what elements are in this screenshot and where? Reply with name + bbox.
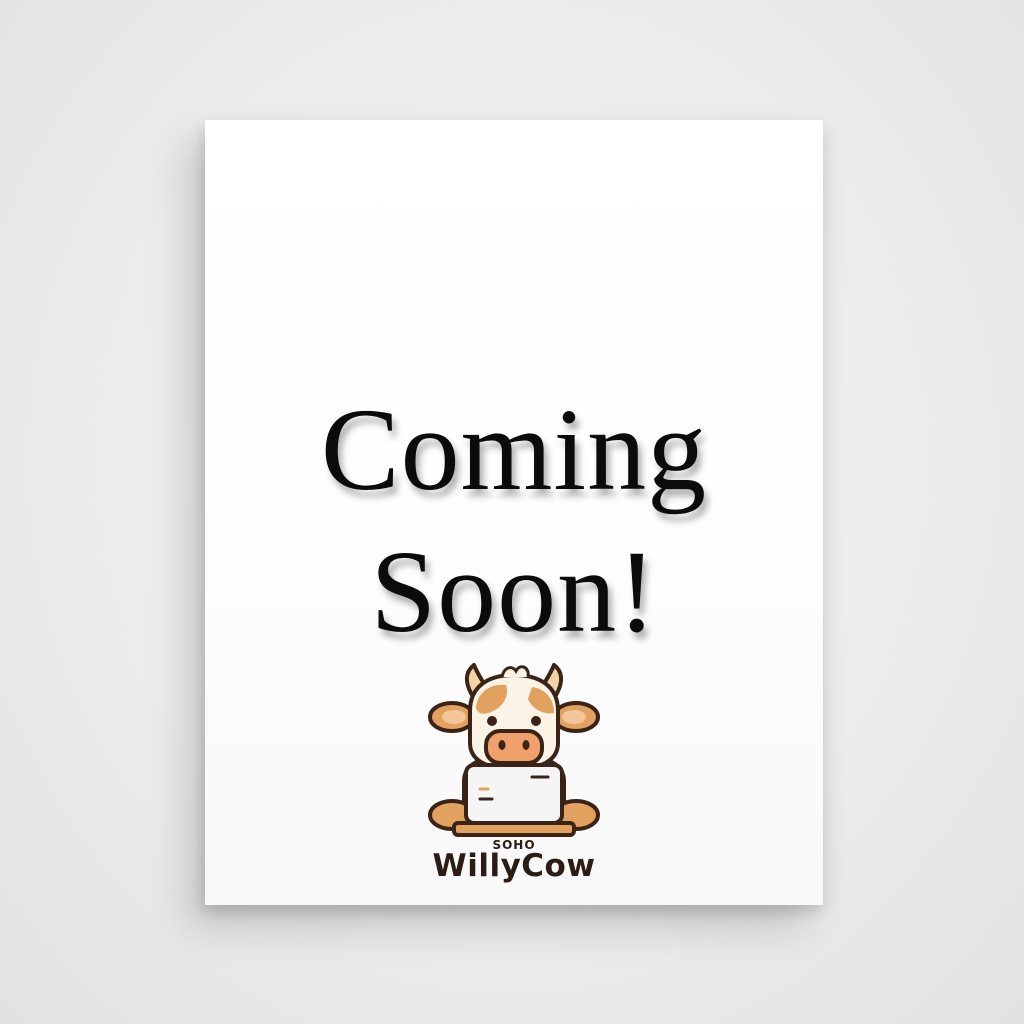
headline-line-1: Coming	[320, 384, 708, 515]
poster-sheet: Coming Soon! SOHO WillyCow	[205, 120, 823, 905]
headline-line-2: Soon!	[370, 526, 658, 657]
cow-with-laptop-icon	[428, 663, 600, 837]
logo-wordmark: WillyCow	[432, 848, 596, 884]
